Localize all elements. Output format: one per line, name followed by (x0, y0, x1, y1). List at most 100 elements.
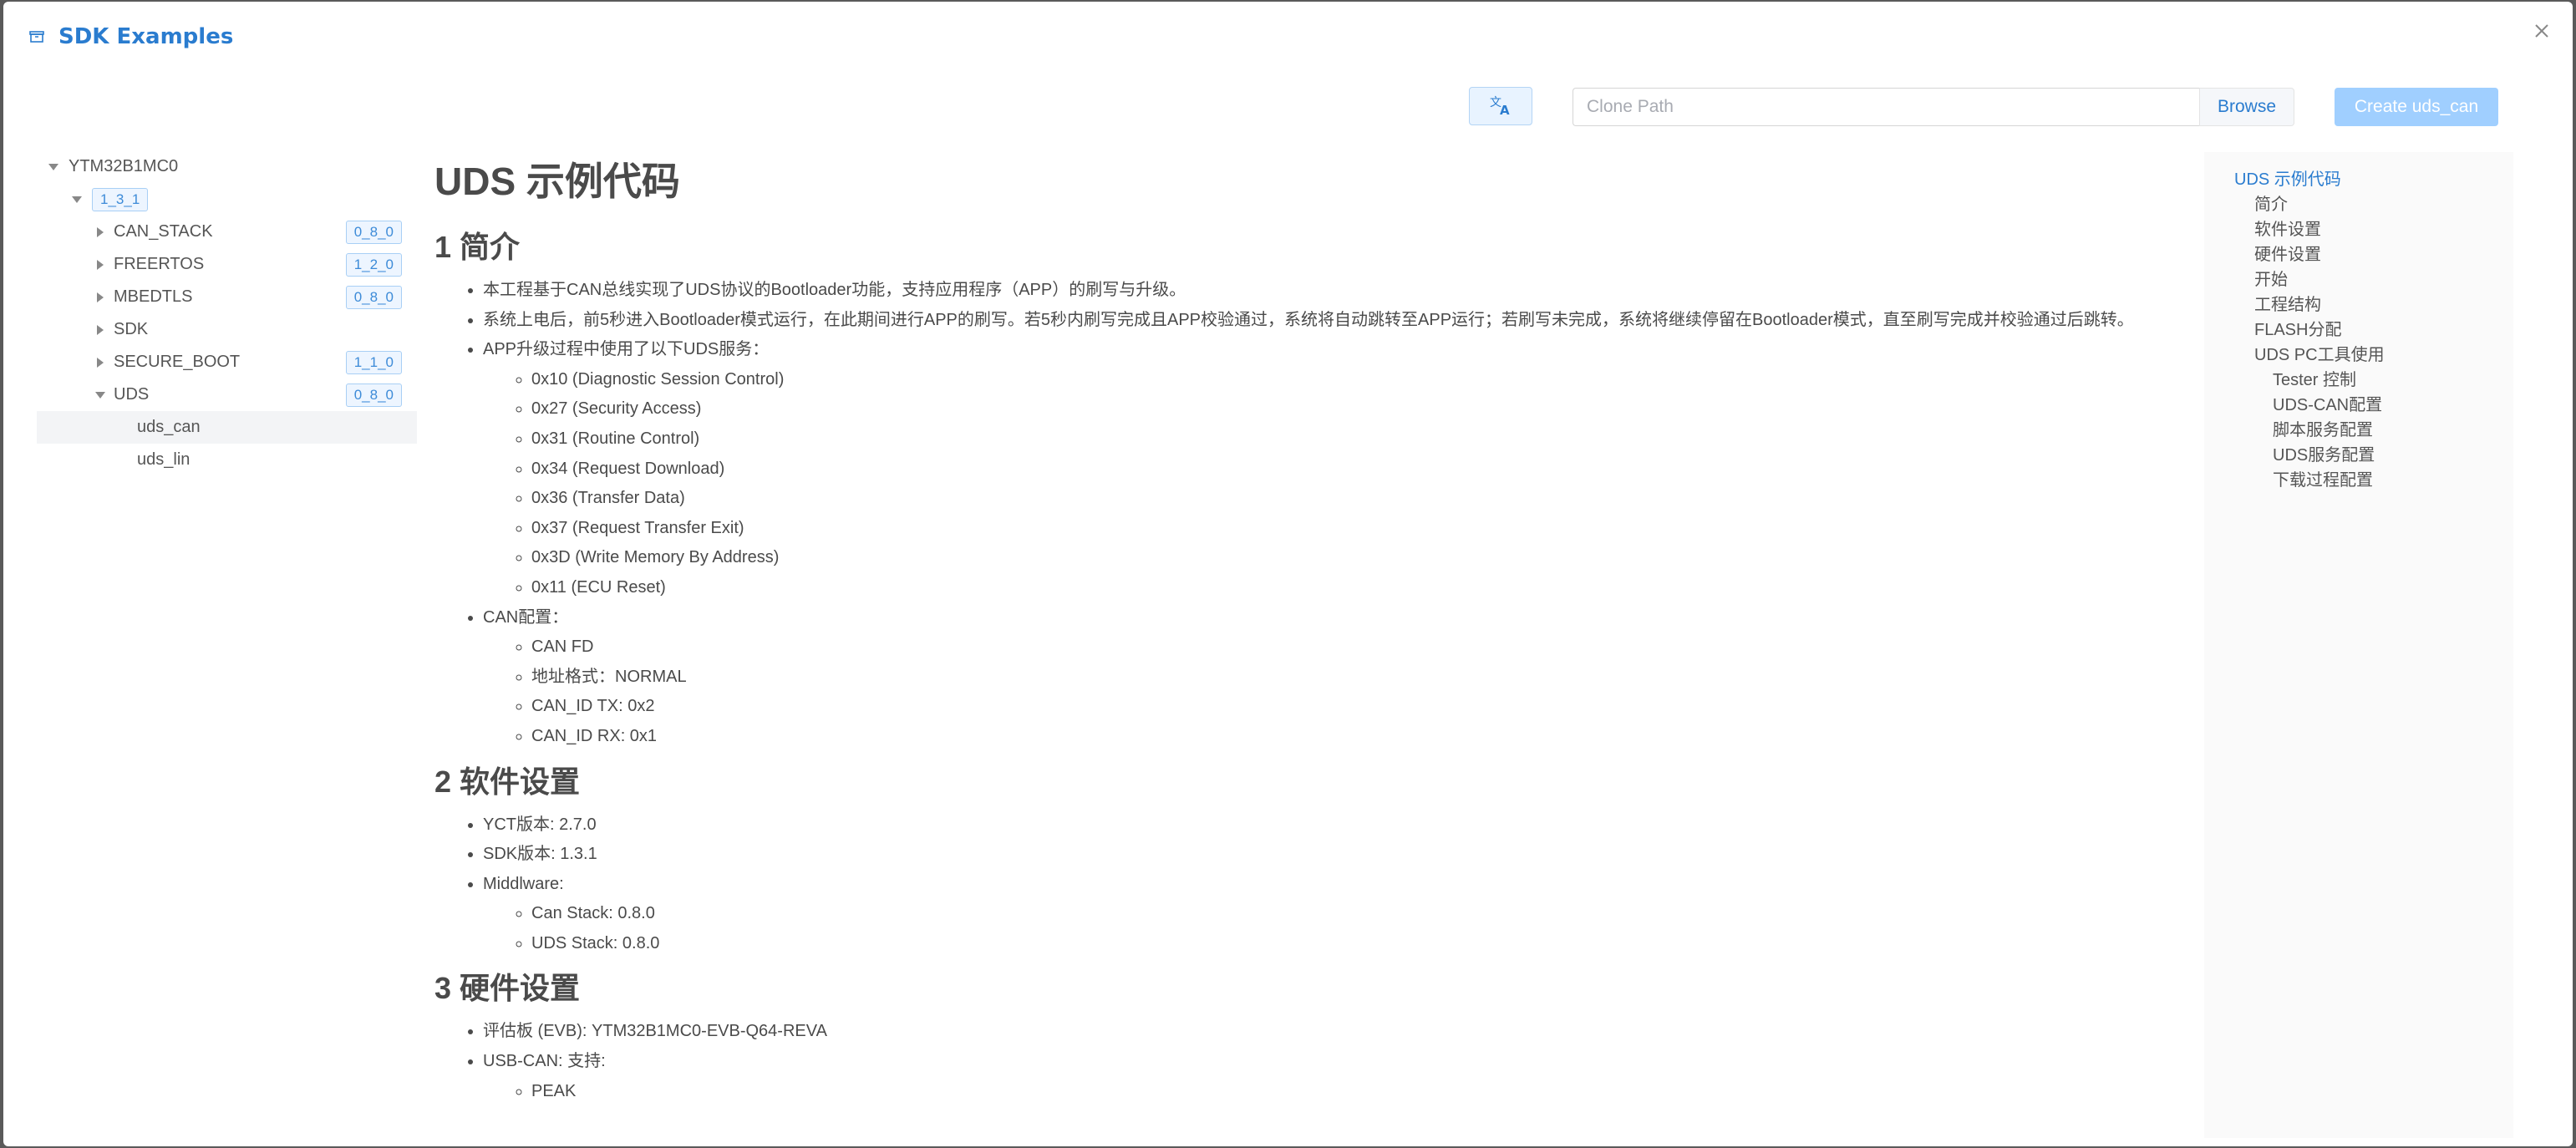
section-heading: 3 硬件设置 (434, 971, 581, 1006)
list-item: 地址格式：NORMAL (531, 663, 2206, 693)
tree-leaf-uds-lin[interactable]: uds_lin (37, 444, 417, 476)
tree-item-can-stack[interactable]: CAN_STACK 0_8_0 (37, 216, 417, 248)
version-tag: 1_1_0 (345, 350, 402, 374)
tree-item-label: SECURE_BOOT (114, 353, 241, 371)
list-item: CAN FD (531, 632, 2206, 663)
section-heading: 2 软件设置 (434, 764, 581, 799)
table-of-contents: UDS 示例代码 简介 软件设置 硬件设置 开始 工程结构 FLASH分配 UD… (2204, 152, 2513, 1138)
readme-content: UDS 示例代码 1 简介 本工程基于CAN总线实现了UDS协议的Bootloa… (434, 152, 2206, 1130)
list-item: 0x11 (ECU Reset) (531, 573, 2206, 603)
list-item: CAN_ID TX: 0x2 (531, 692, 2206, 722)
toc-item[interactable]: UDS服务配置 (2204, 443, 2513, 468)
chevron-right-icon[interactable] (97, 292, 104, 302)
usbcan-list: PEAK (483, 1077, 2206, 1107)
list-item: 0x3D (Write Memory By Address) (531, 543, 2206, 573)
list-item: Can Stack: 0.8.0 (531, 899, 2206, 929)
list-item: YCT版本: 2.7.0 (483, 810, 2206, 841)
intro-list: 本工程基于CAN总线实现了UDS协议的Bootloader功能，支持应用程序（A… (434, 276, 2206, 752)
version-tag: 0_8_0 (345, 383, 402, 407)
tree-version[interactable]: 1_3_1 (37, 183, 417, 216)
list-item: 评估板 (EVB): YTM32B1MC0-EVB-Q64-REVA (483, 1017, 2206, 1047)
tree-root[interactable]: YTM32B1MC0 (37, 150, 417, 183)
list-item: SDK版本: 1.3.1 (483, 840, 2206, 870)
list-item: 0x37 (Request Transfer Exit) (531, 514, 2206, 544)
list-item: USB-CAN: 支持: PEAK (483, 1047, 2206, 1106)
toc-item[interactable]: Tester 控制 (2204, 368, 2513, 393)
list-item: APP升级过程中使用了以下UDS服务： 0x10 (Diagnostic Ses… (483, 335, 2206, 602)
dialog-title: SDK Examples (58, 24, 234, 49)
toc-item[interactable]: FLASH分配 (2204, 317, 2513, 343)
close-icon[interactable] (2529, 18, 2554, 43)
version-tag: 1_2_0 (345, 252, 402, 277)
tree-item-label: SDK (114, 320, 149, 338)
list-item: 本工程基于CAN总线实现了UDS协议的Bootloader功能，支持应用程序（A… (483, 276, 2206, 306)
list-item: 0x31 (Routine Control) (531, 424, 2206, 455)
tree-root-label: YTM32B1MC0 (69, 157, 179, 175)
list-item: 0x10 (Diagnostic Session Control) (531, 365, 2206, 395)
list-item: CAN配置： CAN FD 地址格式：NORMAL CAN_ID TX: 0x2… (483, 603, 2206, 752)
toc-item[interactable]: UDS PC工具使用 (2204, 343, 2513, 368)
software-list: YCT版本: 2.7.0 SDK版本: 1.3.1 Middlware: Can… (434, 810, 2206, 959)
clone-path-input[interactable] (1573, 88, 2199, 126)
tree-item-sdk[interactable]: SDK (37, 313, 417, 346)
list-item: PEAK (531, 1077, 2206, 1107)
toc-item[interactable]: 软件设置 (2204, 217, 2513, 242)
middleware-list: Can Stack: 0.8.0 UDS Stack: 0.8.0 (483, 899, 2206, 958)
section-heading: 1 简介 (434, 230, 521, 264)
list-item: 0x27 (Security Access) (531, 394, 2206, 424)
tree-item-label: CAN_STACK (114, 222, 213, 241)
can-config-list: CAN FD 地址格式：NORMAL CAN_ID TX: 0x2 CAN_ID… (483, 632, 2206, 751)
toolbar: 文 A Browse Create uds_can (3, 85, 2573, 129)
sdk-examples-dialog: SDK Examples 文 A Browse Create uds_can Y… (3, 2, 2573, 1146)
tree-leaf-label: uds_can (137, 418, 201, 436)
tree-item-label: FREERTOS (114, 255, 205, 273)
translate-icon: 文 A (1490, 96, 1510, 118)
toc-item[interactable]: 下载过程配置 (2204, 468, 2513, 493)
svg-text:A: A (1500, 103, 1510, 118)
version-tag: 1_3_1 (92, 187, 149, 211)
chevron-right-icon[interactable] (97, 357, 104, 368)
toc-item[interactable]: 工程结构 (2204, 292, 2513, 317)
toc-item[interactable]: 简介 (2204, 192, 2513, 217)
translate-button[interactable]: 文 A (1469, 87, 1532, 125)
example-tree: YTM32B1MC0 1_3_1 CAN_STACK 0_8_0 FREERTO… (37, 150, 417, 476)
chevron-right-icon[interactable] (97, 324, 104, 335)
toc-item[interactable]: 硬件设置 (2204, 242, 2513, 267)
toc-item-title[interactable]: UDS 示例代码 (2204, 167, 2513, 192)
toc-item[interactable]: 开始 (2204, 267, 2513, 292)
chevron-down-icon[interactable] (72, 196, 82, 203)
list-item-text: Middlware: (483, 874, 564, 893)
tree-leaf-label: uds_lin (137, 450, 191, 469)
list-item-text: CAN配置： (483, 607, 569, 627)
chevron-down-icon[interactable] (48, 163, 58, 170)
toc-item[interactable]: 脚本服务配置 (2204, 418, 2513, 443)
tree-item-uds[interactable]: UDS 0_8_0 (37, 378, 417, 411)
list-item: UDS Stack: 0.8.0 (531, 929, 2206, 959)
list-item: 系统上电后，前5秒进入Bootloader模式运行，在此期间进行APP的刷写。若… (483, 306, 2206, 336)
tree-item-secure-boot[interactable]: SECURE_BOOT 1_1_0 (37, 346, 417, 378)
tree-item-mbedtls[interactable]: MBEDTLS 0_8_0 (37, 281, 417, 313)
chevron-down-icon[interactable] (95, 391, 105, 399)
tree-item-freertos[interactable]: FREERTOS 1_2_0 (37, 248, 417, 281)
archive-icon (29, 31, 44, 43)
chevron-right-icon[interactable] (97, 259, 104, 270)
service-list: 0x10 (Diagnostic Session Control) 0x27 (… (483, 365, 2206, 603)
version-tag: 0_8_0 (345, 285, 402, 309)
dialog-header: SDK Examples (27, 20, 233, 53)
tree-item-label: MBEDTLS (114, 287, 193, 306)
list-item: Middlware: Can Stack: 0.8.0 UDS Stack: 0… (483, 870, 2206, 959)
browse-button[interactable]: Browse (2199, 88, 2294, 126)
list-item: CAN_ID RX: 0x1 (531, 722, 2206, 752)
version-tag: 0_8_0 (345, 220, 402, 244)
hardware-list: 评估板 (EVB): YTM32B1MC0-EVB-Q64-REVA USB-C… (434, 1017, 2206, 1106)
doc-title: UDS 示例代码 (434, 160, 680, 203)
list-item-text: USB-CAN: 支持: (483, 1052, 606, 1071)
list-item: 0x34 (Request Download) (531, 455, 2206, 485)
tree-leaf-uds-can[interactable]: uds_can (37, 411, 417, 444)
tree-item-label: UDS (114, 385, 150, 404)
create-button[interactable]: Create uds_can (2335, 88, 2498, 126)
chevron-right-icon[interactable] (97, 226, 104, 237)
list-item: 0x36 (Transfer Data) (531, 484, 2206, 514)
list-item-text: APP升级过程中使用了以下UDS服务： (483, 340, 770, 359)
toc-item[interactable]: UDS-CAN配置 (2204, 393, 2513, 418)
